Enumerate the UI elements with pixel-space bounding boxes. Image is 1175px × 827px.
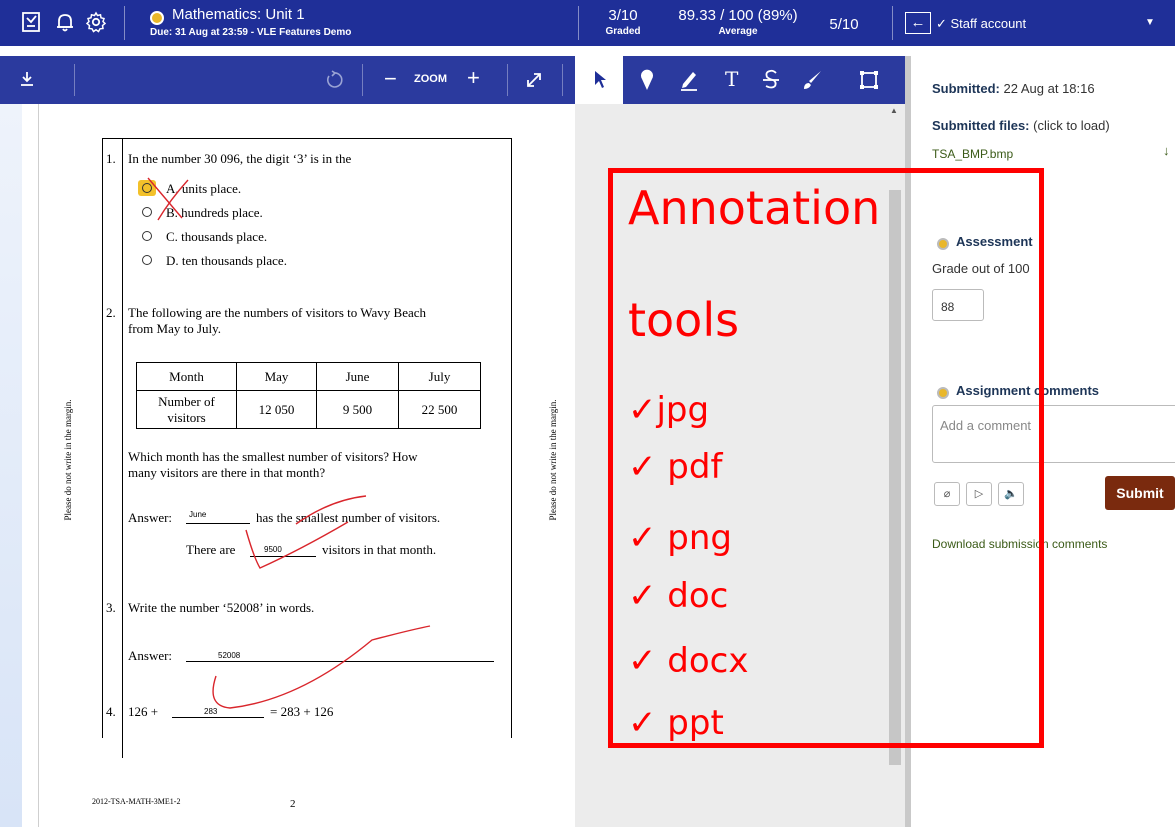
submitted-files-hint: (click to load): [1033, 118, 1110, 133]
callout-list-item: ✓ docx: [628, 641, 749, 681]
graded-value: 3/10: [608, 7, 638, 24]
pen-annotations: [147, 177, 431, 709]
select-tool-button[interactable]: [575, 56, 623, 104]
pen-icon[interactable]: [679, 69, 699, 91]
student-selector[interactable]: ✓ Staff account: [936, 16, 1026, 32]
header-divider: [578, 6, 579, 40]
cursor-icon: [595, 71, 606, 88]
graded-label: Graded: [605, 26, 641, 37]
submitted-value: 22 Aug at 18:16: [1003, 81, 1095, 96]
callout-list-item: ✓ doc: [628, 576, 729, 616]
previous-student-button[interactable]: ←: [905, 12, 931, 34]
header-divider: [892, 6, 893, 40]
average-label: Average: [718, 26, 758, 37]
brush-icon[interactable]: [801, 69, 823, 91]
submitted-label: Submitted:: [932, 81, 1000, 96]
rectangle-icon[interactable]: [859, 70, 879, 90]
submit-comment-button[interactable]: Submit: [1105, 476, 1175, 510]
callout-list-item: ✓ png: [628, 518, 733, 558]
average-stat: 89.33 / 100 (89%) Average: [668, 7, 808, 39]
scroll-up-icon[interactable]: ▲: [890, 106, 898, 115]
annotation-toolbar: T: [575, 56, 905, 104]
strikethrough-icon[interactable]: [761, 68, 781, 92]
file-download-icon[interactable]: ↓: [1163, 143, 1170, 158]
callout-title: tools: [628, 293, 740, 347]
submitted-file-link[interactable]: TSA_BMP.bmp: [932, 147, 1013, 161]
callout-list-item: ✓ pdf: [628, 447, 723, 487]
callout-title: Annotation: [628, 181, 881, 235]
chevron-down-icon[interactable]: ▼: [1145, 17, 1155, 28]
callout-list-item: ✓ ppt: [628, 703, 724, 743]
callout-list-item: ✓jpg: [628, 390, 710, 430]
pin-icon[interactable]: [639, 68, 655, 92]
student-position: 5/10: [824, 16, 864, 34]
graded-stat: 3/10 Graded: [598, 7, 648, 39]
student-position-value: 5/10: [829, 16, 859, 33]
average-value: 89.33 / 100 (89%): [678, 7, 798, 24]
submitted-info: Submitted: 22 Aug at 18:16: [932, 81, 1095, 96]
text-icon[interactable]: T: [725, 67, 738, 91]
submitted-files-info: Submitted files: (click to load): [932, 118, 1110, 133]
submitted-files-label: Submitted files:: [932, 118, 1030, 133]
